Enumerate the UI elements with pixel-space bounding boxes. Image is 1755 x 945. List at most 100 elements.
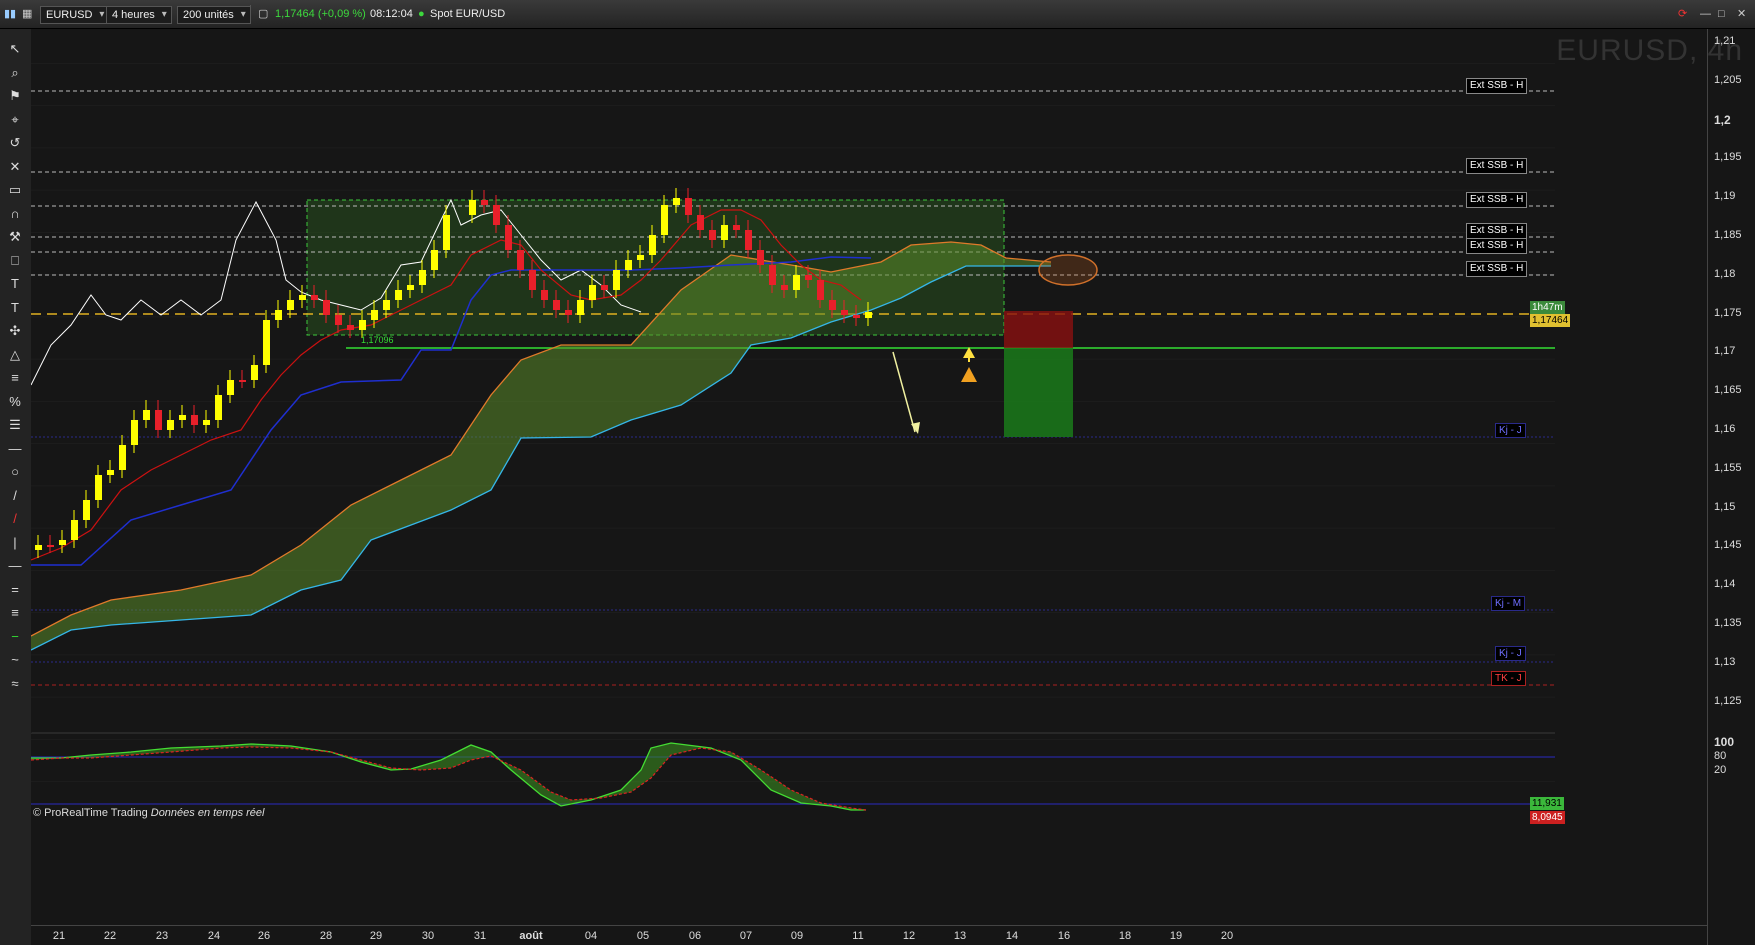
candle-body xyxy=(505,225,512,250)
price-tick: 1,125 xyxy=(1714,694,1742,707)
candle-body xyxy=(589,285,596,300)
trash-icon[interactable]: ⎕ xyxy=(5,251,25,271)
percent-icon[interactable]: % xyxy=(5,392,25,412)
osc-tick: 80 xyxy=(1714,750,1727,762)
ellipse-icon[interactable]: ○ xyxy=(5,462,25,482)
date-tick: 12 xyxy=(902,930,916,942)
credits-feed: Données en temps réel xyxy=(150,807,265,819)
last-price-badge: 1,17464 xyxy=(1530,314,1571,327)
arrow-cursor-icon[interactable]: ↖ xyxy=(5,39,25,59)
platform-window: ▮▮ ▦ EURUSD 4 heures 200 unités ▢ 1,1746… xyxy=(0,0,1755,945)
candle-body xyxy=(745,230,752,250)
date-tick: 06 xyxy=(688,930,702,942)
channel-icon[interactable]: = xyxy=(5,580,25,600)
date-tick: 11 xyxy=(852,930,864,942)
price-tick: 1,16 xyxy=(1714,423,1736,435)
candle-body xyxy=(443,215,450,250)
text-icon[interactable]: T xyxy=(5,274,25,294)
eraser-icon[interactable]: ✕ xyxy=(5,157,25,177)
curve-icon[interactable]: ≈ xyxy=(5,674,25,694)
fib-bars-icon[interactable]: ≡ xyxy=(5,368,25,388)
zoom-icon[interactable]: ⌕ xyxy=(5,63,25,83)
kj-j2-tag: Kj - J xyxy=(1495,646,1526,661)
candle-body xyxy=(83,500,90,520)
quote-value: 1,17464 (+0,09 %) xyxy=(275,8,366,20)
candle-body xyxy=(107,470,114,475)
candle-body xyxy=(119,445,126,470)
candle-body xyxy=(59,540,66,545)
price-tick: 1,175 xyxy=(1714,306,1742,319)
price-tick: 1,15 xyxy=(1714,500,1736,513)
quote-time: 08:12:04 xyxy=(370,8,413,20)
move-icon[interactable]: ✣ xyxy=(5,321,25,341)
close-icon[interactable]: ✕ xyxy=(1737,6,1746,22)
price-tick: 1,165 xyxy=(1714,384,1742,397)
date-tick: 14 xyxy=(1005,930,1019,942)
candle-body xyxy=(853,315,860,318)
alert-bell-icon[interactable]: ⚑ xyxy=(5,86,25,106)
price-tick: 1,195 xyxy=(1714,151,1742,164)
chart-type-icon[interactable]: ▮▮ xyxy=(4,6,16,22)
candle-body xyxy=(661,205,668,235)
candle-body xyxy=(733,225,740,230)
kj-j-tag: Kj - J xyxy=(1495,423,1526,438)
candle-body xyxy=(95,475,102,500)
candle-body xyxy=(371,310,378,320)
candle-body xyxy=(47,545,54,547)
green-line-icon[interactable]: − xyxy=(5,627,25,647)
ext-ssb-tag: Ext SSB - H xyxy=(1466,261,1528,277)
date-tick: 13 xyxy=(953,930,967,942)
candle-body xyxy=(239,380,246,382)
date-tick: 22 xyxy=(103,930,117,942)
vertical-line-icon[interactable]: | xyxy=(5,533,25,553)
units-dropdown[interactable]: 200 unités xyxy=(177,6,251,24)
candle-body xyxy=(709,230,716,240)
fan-icon[interactable]: ☰ xyxy=(5,415,25,435)
info-icon[interactable]: ▢ xyxy=(258,6,268,22)
price-tick: 1,185 xyxy=(1714,229,1742,241)
candle-body xyxy=(323,300,330,315)
magnet-icon[interactable]: ∩ xyxy=(5,204,25,224)
red-line-icon[interactable]: / xyxy=(5,509,25,529)
candle-body xyxy=(637,255,644,260)
date-tick: 26 xyxy=(257,930,271,942)
instrument-name: Spot EUR/USD xyxy=(430,8,506,20)
candle-body xyxy=(793,275,800,290)
horizontal-line-icon[interactable]: ― xyxy=(5,556,25,576)
candle-body xyxy=(191,415,198,425)
tools-icon[interactable]: ⚒ xyxy=(5,227,25,247)
price-tick: 1,21 xyxy=(1714,35,1736,47)
data-credits: © ProRealTime Trading Données en temps r… xyxy=(33,807,264,819)
magnifier-icon[interactable]: ⌖ xyxy=(5,110,25,130)
segment-icon[interactable]: — xyxy=(5,439,25,459)
rect-level-label: 1,17096 xyxy=(361,335,394,345)
date-tick: 18 xyxy=(1118,930,1132,942)
candle-body xyxy=(685,198,692,215)
instrument-icon[interactable]: ▦ xyxy=(22,6,32,22)
symbol-dropdown[interactable]: EURUSD xyxy=(40,6,110,24)
price-tick: 1,205 xyxy=(1714,73,1742,86)
timeframe-dropdown[interactable]: 4 heures xyxy=(106,6,172,24)
line-icon[interactable]: / xyxy=(5,486,25,506)
ext-ssb-tag: Ext SSB - H xyxy=(1466,238,1528,254)
minimize-icon[interactable]: — xyxy=(1700,6,1711,22)
maximize-icon[interactable]: □ xyxy=(1718,6,1725,22)
date-tick: 16 xyxy=(1057,930,1071,942)
pitchfork-icon[interactable]: ≡ xyxy=(5,603,25,623)
price-tick: 1,13 xyxy=(1714,655,1736,668)
osc-tick: 100 xyxy=(1714,735,1735,749)
refresh-icon[interactable]: ⟳ xyxy=(1678,6,1687,22)
candle-body xyxy=(167,420,174,430)
wave-icon[interactable]: ~ xyxy=(5,650,25,670)
candle-body xyxy=(35,545,42,550)
candle-body xyxy=(143,410,150,420)
candle-body xyxy=(155,410,162,430)
text-round-icon[interactable]: T xyxy=(5,298,25,318)
candle-body xyxy=(781,285,788,290)
undo-icon[interactable]: ↺ xyxy=(5,133,25,153)
price-tick: 1,14 xyxy=(1714,578,1736,591)
fibonacci-icon[interactable]: △ xyxy=(5,345,25,365)
ruler-icon[interactable]: ▭ xyxy=(5,180,25,200)
price-axis[interactable] xyxy=(1707,29,1755,945)
candle-body xyxy=(805,275,812,280)
